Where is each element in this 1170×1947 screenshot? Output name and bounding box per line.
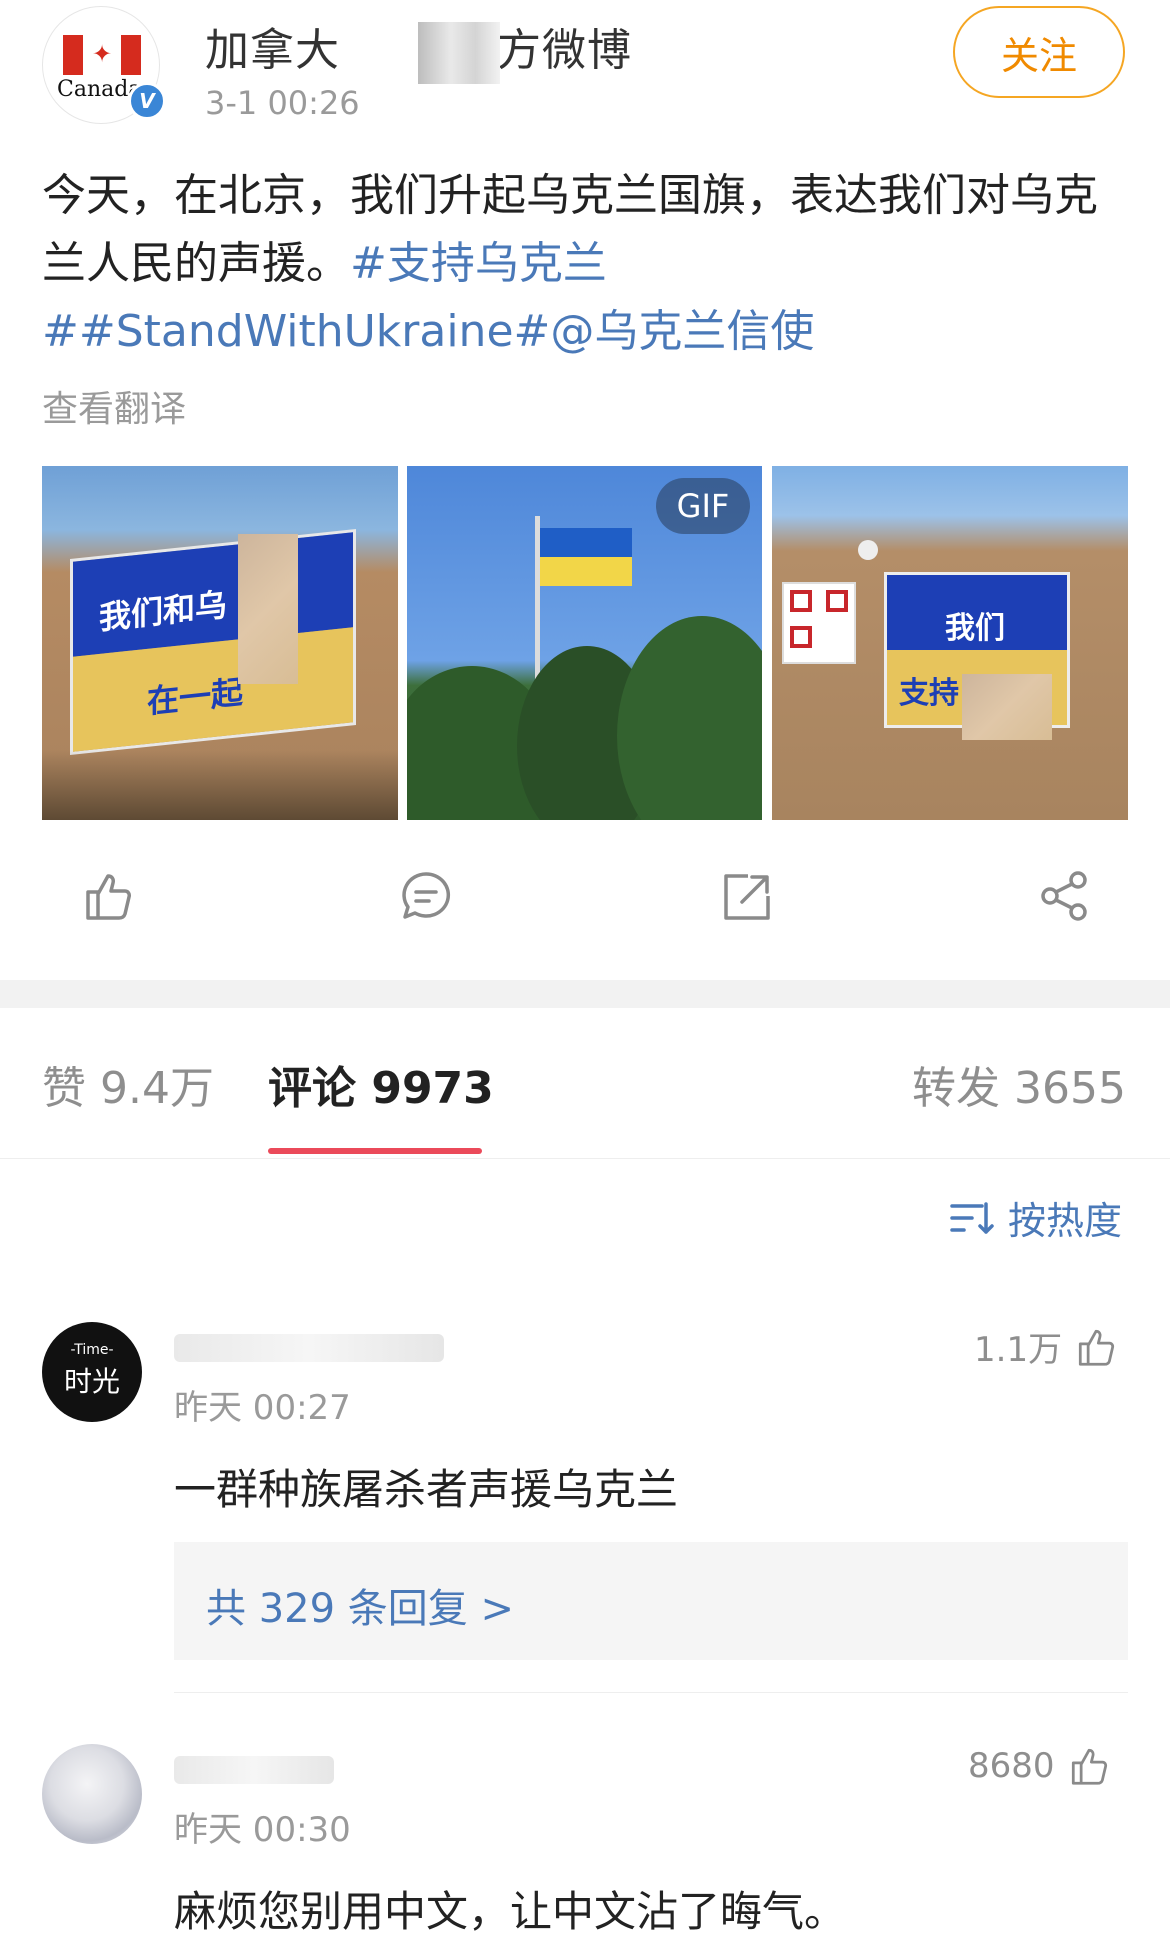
repost-icon[interactable] (718, 868, 774, 924)
share-icon[interactable] (1036, 868, 1092, 924)
replies-box[interactable]: 共 329 条回复 > (174, 1542, 1128, 1660)
tab-likes[interactable]: 赞 9.4万 (42, 1052, 214, 1116)
translate-link[interactable]: 查看翻译 (42, 380, 186, 432)
post-time: 3-1 00:26 (205, 84, 360, 122)
verified-badge-icon: V (128, 82, 166, 120)
sort-button[interactable]: 按热度 (950, 1190, 1122, 1245)
like-icon (1071, 1748, 1107, 1785)
post-text: 今天，在北京，我们升起乌克兰国旗，表达我们对乌克兰人民的声援。#支持乌克兰 ##… (42, 170, 1098, 357)
active-tab-indicator (268, 1148, 482, 1154)
canada-flag-logo: ✦ (63, 35, 141, 75)
mention-link[interactable]: @乌克兰信使 (550, 306, 814, 357)
gif-badge: GIF (656, 478, 750, 534)
commenter-avatar[interactable]: -Time- 时光 (42, 1322, 142, 1422)
comment-like-button[interactable]: 8680 (968, 1744, 1111, 1788)
post-image-1[interactable]: 我们和乌 在一起 (42, 466, 398, 820)
comment-icon[interactable] (398, 868, 454, 924)
comment-text: 一群种族屠杀者声援乌克兰 (174, 1465, 679, 1514)
comment-text: 麻烦您别用中文，让中文沾了晦气。 (174, 1887, 847, 1936)
blur-mosaic (962, 674, 1052, 740)
post-image-3[interactable]: 我们 支持 (772, 466, 1128, 820)
ukraine-flag (540, 528, 632, 586)
camera-icon (858, 540, 878, 560)
hashtag-link[interactable]: #支持乌克兰 (350, 238, 607, 289)
tab-comments[interactable]: 评论 9973 (268, 1052, 494, 1116)
sign-board: 我们和乌 在一起 (70, 528, 356, 756)
hashtag-link[interactable]: ##StandWithUkraine# (42, 306, 550, 357)
comment-like-button[interactable]: 1.1万 (974, 1322, 1118, 1371)
commenter-avatar[interactable] (42, 1744, 142, 1844)
follow-button[interactable]: 关注 (953, 6, 1125, 98)
like-icon[interactable] (80, 868, 136, 924)
sort-icon (950, 1201, 994, 1234)
post-image-2[interactable]: GIF (407, 466, 762, 820)
comment-time: 昨天 00:30 (174, 1810, 351, 1850)
name-mosaic (418, 22, 500, 84)
qr-code-icon (782, 582, 856, 664)
tab-reposts[interactable]: 转发 3655 (912, 1052, 1126, 1116)
view-replies-link[interactable]: 共 329 条回复 > (206, 1576, 514, 1634)
tab-divider (0, 1158, 1170, 1159)
commenter-name-mosaic (174, 1334, 444, 1362)
commenter-name-mosaic (174, 1756, 334, 1784)
comment-time: 昨天 00:27 (174, 1388, 351, 1428)
section-divider (0, 980, 1170, 1008)
like-icon (1078, 1329, 1115, 1366)
comment-divider (174, 1692, 1128, 1693)
blur-mosaic (238, 534, 298, 684)
